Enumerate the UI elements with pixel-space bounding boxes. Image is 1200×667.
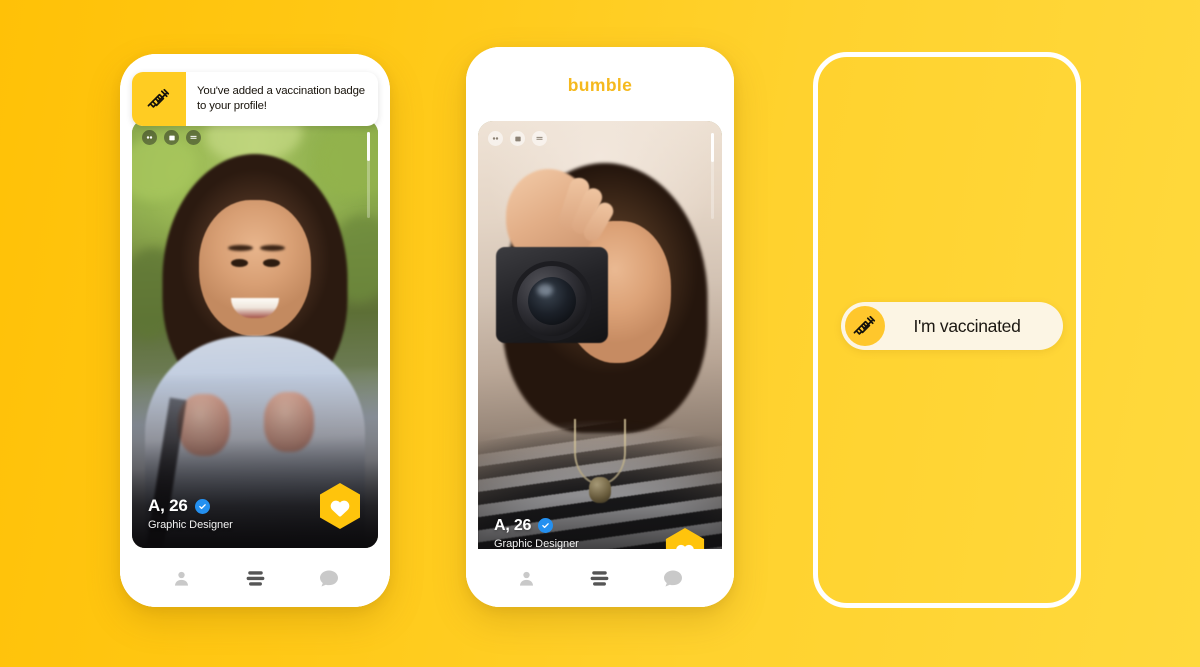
camera-lens-glint [537,284,553,296]
poster-stage: A, 26 Graphic Designer You've added a va… [0,0,1200,667]
badge-showcase-panel: I'm vaccinated [813,52,1081,608]
profile-photo-card-one[interactable]: A, 26 Graphic Designer [132,120,378,548]
bottom-nav-one [120,549,390,607]
hexagon-heart-icon[interactable] [318,482,362,530]
syringe-icon [845,306,885,346]
profile-name: A, 26 [494,516,532,534]
verified-check-icon [538,518,554,533]
profile-job-title: Graphic Designer [148,519,233,531]
photo-progress-indicator[interactable] [367,132,370,218]
photo-one-chip-row [142,130,201,145]
photo-progress-indicator[interactable] [711,133,714,219]
photo-chip-icon[interactable] [164,130,179,145]
profile-name-row: A, 26 [148,496,233,516]
vaccination-badge-large[interactable]: I'm vaccinated [841,302,1063,350]
bumble-wordmark: bumble [567,75,633,95]
vaccination-badge-label: I'm vaccinated [913,315,1021,336]
music-chip-icon[interactable] [532,131,547,146]
verified-check-icon [194,498,210,514]
photo-two-chip-row [488,131,547,146]
vaccination-notification-banner[interactable]: You've added a vaccination badge to your… [132,72,378,126]
photo-one-brow [228,245,253,251]
sidebar-item-profile[interactable] [506,561,548,595]
profile-job-title: Graphic Designer [494,537,579,550]
phone-two-screen: bumble A, 26 Graphic Designer [466,47,734,607]
photo-one-brow [260,245,285,251]
bottom-nav-two [466,549,734,607]
sidebar-item-hive[interactable] [579,561,621,595]
phone-one-screen: A, 26 Graphic Designer You've added a va… [120,54,390,607]
phone-mockup-one: A, 26 Graphic Designer You've added a va… [120,54,390,607]
photo-one-eye [231,259,248,267]
syringe-icon [132,72,186,126]
phone-mockup-two: bumble A, 26 Graphic Designer [466,47,734,607]
camera-lens-inner [528,277,576,325]
sparkle-icon [1004,445,1030,475]
sidebar-item-chat[interactable] [652,561,694,595]
video-chip-icon[interactable] [142,130,157,145]
profile-info-one: A, 26 Graphic Designer [148,496,233,531]
photo-one-eye [263,259,280,267]
sidebar-item-hive[interactable] [234,561,276,595]
profile-name-row: A, 26 [494,517,579,535]
music-chip-icon[interactable] [186,130,201,145]
sparkle-icon [990,235,1018,267]
sidebar-item-profile[interactable] [160,561,202,595]
photo-chip-icon[interactable] [510,131,525,146]
profile-photo-card-two[interactable]: A, 26 Graphic Designer [478,121,722,591]
photo-progress-fill [367,132,370,162]
notification-message: You've added a vaccination badge to your… [197,84,365,112]
sidebar-item-chat[interactable] [308,561,350,595]
profile-name: A, 26 [148,496,188,515]
sparkle-icon [894,212,918,240]
video-chip-icon[interactable] [488,131,503,146]
photo-progress-fill [711,133,714,163]
